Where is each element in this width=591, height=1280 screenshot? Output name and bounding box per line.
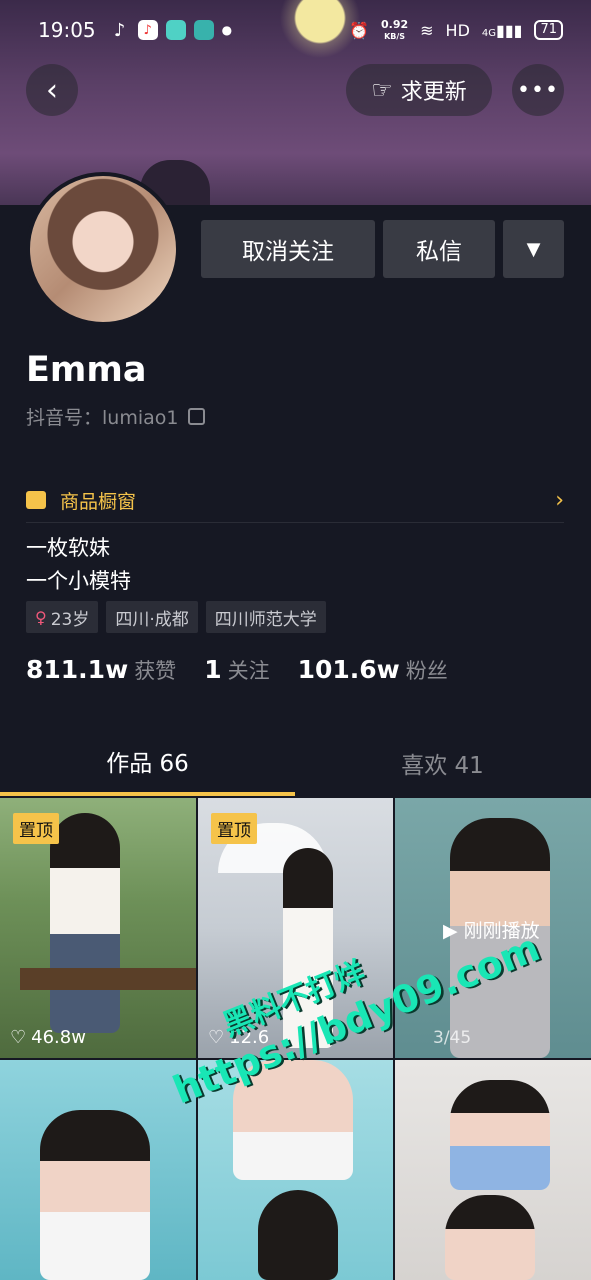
- bench: [20, 968, 196, 990]
- notification-dot-icon: ●: [221, 23, 233, 37]
- bio: 一枚软妹 一个小模特: [26, 532, 131, 598]
- tag-age-label: 23岁: [50, 609, 90, 630]
- shop-window-label: 商品橱窗: [60, 490, 137, 513]
- bio-line: 一枚软妹: [26, 536, 110, 560]
- net-speed: 0.92 KB/S: [381, 19, 408, 42]
- heart-icon: ♡: [10, 1027, 27, 1048]
- signal-label: 4G: [481, 27, 497, 39]
- stat-likes-value: 811.1w: [26, 655, 129, 684]
- tag-age: ♀ 23岁: [26, 601, 99, 633]
- caret-down-icon: ▼: [526, 238, 541, 260]
- video-thumbnail[interactable]: 置顶 ♡ 46.8w: [0, 798, 196, 1058]
- douyin-id-text: 抖音号：lumiao1: [26, 407, 179, 429]
- pinned-badge: 置顶: [211, 813, 257, 844]
- stat-followers[interactable]: 101.6w 粉丝: [298, 655, 448, 685]
- net-speed-unit: KB/S: [384, 31, 406, 41]
- net-speed-value: 0.92: [381, 17, 409, 31]
- message-button[interactable]: 私信: [383, 220, 495, 278]
- status-time: 19:05: [38, 18, 96, 42]
- profile-name: Emma: [26, 350, 147, 390]
- tab-likes[interactable]: 喜欢 41: [295, 730, 590, 796]
- video-thumbnail[interactable]: ▶ 刚刚播放 3/45: [395, 798, 591, 1058]
- request-update-label: 求更新: [400, 80, 467, 105]
- chevron-right-icon: ›: [555, 487, 564, 513]
- thumbnail-figure: [258, 1190, 338, 1280]
- stat-following-value: 1: [204, 655, 222, 684]
- status-right: ⏰ 0.92 KB/S ≋ HD 4G▮▮▮ 71: [349, 19, 563, 42]
- pointing-hand-icon: ☞: [371, 76, 393, 104]
- unfollow-button[interactable]: 取消关注: [201, 220, 375, 278]
- avatar[interactable]: [26, 172, 180, 326]
- play-counter: 3/45: [433, 1028, 472, 1048]
- app-icon-2: [193, 20, 214, 40]
- shop-icon: [26, 491, 46, 509]
- thumbnail-figure: [445, 1195, 535, 1280]
- stat-likes-label: 获赞: [134, 659, 177, 683]
- more-button[interactable]: •••: [512, 64, 564, 116]
- alarm-icon: ⏰: [349, 20, 369, 40]
- stat-following[interactable]: 1 关注: [204, 655, 269, 685]
- tab-works[interactable]: 作品 66: [0, 730, 295, 796]
- battery-icon: 71: [534, 20, 563, 40]
- tag-location: 四川·成都: [106, 601, 198, 633]
- wifi-icon: ≋: [420, 20, 434, 40]
- pinned-badge: 置顶: [13, 813, 59, 844]
- video-likes-count: 46.8w: [31, 1027, 86, 1048]
- thumbnail-figure: [50, 813, 120, 1033]
- thumbnail-figure: [450, 1080, 550, 1190]
- more-dots-icon: •••: [517, 77, 559, 103]
- content-tabs: 作品 66 喜欢 41: [0, 730, 591, 796]
- stat-likes: 811.1w 获赞: [26, 655, 176, 685]
- video-thumbnail[interactable]: [0, 1060, 196, 1280]
- recommend-dropdown-button[interactable]: ▼: [503, 220, 564, 278]
- video-likes: ♡ 46.8w: [10, 1027, 86, 1048]
- status-bar: 19:05 ♪ ♪ ● ⏰ 0.92 KB/S ≋ HD 4G▮▮▮ 71: [0, 0, 591, 60]
- tag-school: 四川师范大学: [205, 601, 326, 633]
- stat-followers-value: 101.6w: [297, 655, 400, 684]
- tiktok-icon: ♪: [113, 19, 126, 41]
- stat-following-label: 关注: [227, 659, 270, 683]
- network-type: HD: [445, 20, 470, 40]
- request-update-button[interactable]: ☞ 求更新: [346, 64, 492, 116]
- profile-tags: ♀ 23岁 四川·成都 四川师范大学: [26, 601, 326, 633]
- heart-icon: ♡: [208, 1027, 225, 1048]
- shop-window-row[interactable]: 商品橱窗 ›: [26, 478, 564, 523]
- copy-icon[interactable]: [188, 408, 206, 425]
- status-app-icons: ♪ ♪ ●: [110, 19, 233, 41]
- back-button[interactable]: ‹: [26, 64, 78, 116]
- video-thumbnail[interactable]: [395, 1060, 591, 1280]
- play-icon: ▶: [443, 920, 464, 942]
- thumbnail-figure: [40, 1110, 150, 1280]
- chevron-left-icon: ‹: [46, 72, 58, 108]
- douyin-id: 抖音号：lumiao1: [26, 403, 206, 430]
- bio-line: 一个小模特: [26, 569, 131, 593]
- tiktok-lite-icon: ♪: [137, 20, 158, 40]
- stat-followers-label: 粉丝: [405, 659, 448, 683]
- female-icon: ♀: [35, 607, 47, 627]
- app-icon: [165, 20, 186, 40]
- signal-icon: 4G▮▮▮: [481, 20, 523, 40]
- profile-stats: 811.1w 获赞 1 关注 101.6w 粉丝: [26, 655, 448, 685]
